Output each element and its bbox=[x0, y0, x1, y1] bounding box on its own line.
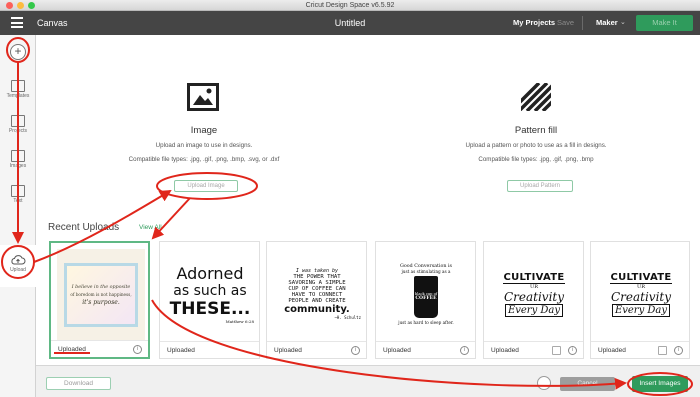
card-divider bbox=[376, 341, 475, 342]
machine-selector[interactable]: Maker bbox=[596, 11, 618, 35]
view-all-link[interactable]: View All bbox=[139, 224, 162, 231]
thumbnail-text: it's purpose. bbox=[82, 298, 120, 306]
info-icon[interactable]: i bbox=[133, 345, 142, 354]
thumbnail-text: ~H. Schultz bbox=[334, 315, 362, 320]
sidebar-item-text[interactable]: Text bbox=[0, 185, 36, 204]
image-option-description: Upload an image to use in designs. bbox=[155, 142, 253, 149]
upload-thumbnail: CULTIVATE UR Creativity Every Day bbox=[490, 248, 578, 340]
upload-pattern-button[interactable]: Upload Pattern bbox=[507, 180, 573, 192]
sidebar-item-upload[interactable]: Upload bbox=[0, 245, 36, 287]
window-title: Cricut Design Space v6.5.92 bbox=[305, 2, 395, 9]
make-it-button[interactable]: Make It bbox=[636, 15, 693, 31]
info-icon[interactable]: i bbox=[568, 346, 577, 355]
images-icon bbox=[11, 150, 25, 162]
thumbnail-text: COFFEE bbox=[415, 296, 437, 301]
sidebar-item-label: Projects bbox=[8, 128, 28, 134]
sidebar-item-label: Templates bbox=[6, 93, 30, 99]
thumbnail-text: Every Day bbox=[504, 303, 564, 317]
upload-card[interactable]: Adorned as such as THESE... Matthew 6:28… bbox=[159, 241, 260, 359]
image-option-file-types: Compatible file types: .jpg, .gif, .png,… bbox=[128, 156, 280, 163]
upload-thumbnail: Good Conversation is just as stimulating… bbox=[382, 248, 470, 340]
thumbnail-text: I believe in the opposite bbox=[71, 284, 131, 290]
info-icon[interactable]: i bbox=[674, 346, 683, 355]
recent-uploads-title: Recent Uploads bbox=[48, 222, 120, 233]
upload-image-button[interactable]: Upload Image bbox=[174, 180, 238, 192]
upload-thumbnail: CULTIVATE UR Creativity Every Day bbox=[597, 248, 685, 340]
my-projects-link[interactable]: My Projects bbox=[513, 11, 555, 35]
card-divider bbox=[51, 340, 148, 341]
window-title-bar: Cricut Design Space v6.5.92 bbox=[0, 0, 700, 11]
upload-card[interactable]: CULTIVATE UR Creativity Every Day Upload… bbox=[483, 241, 584, 359]
hamburger-icon[interactable] bbox=[11, 17, 23, 28]
new-project-button[interactable]: + bbox=[10, 44, 26, 60]
thumbnail-text: just as hard to sleep after. bbox=[398, 319, 454, 325]
card-divider bbox=[591, 341, 689, 342]
thumbnail-text: just as stimulating as a bbox=[401, 268, 451, 274]
cloud-upload-icon bbox=[11, 255, 26, 265]
thumbnail-text: as such as bbox=[173, 283, 247, 299]
upload-card[interactable]: I believe in the opposite of boredom is … bbox=[49, 241, 150, 359]
info-icon[interactable]: i bbox=[351, 346, 360, 355]
thumbnail-text: community. bbox=[284, 304, 350, 315]
card-status-label: Uploaded bbox=[274, 347, 302, 354]
insert-images-button[interactable]: Insert Images bbox=[632, 376, 688, 392]
pattern-option-title: Pattern fill bbox=[514, 125, 558, 136]
card-divider bbox=[484, 341, 583, 342]
card-status-label: Uploaded bbox=[598, 347, 626, 354]
projects-icon bbox=[11, 115, 25, 127]
save-button[interactable]: Save bbox=[557, 11, 574, 35]
card-status-label: Uploaded bbox=[491, 347, 519, 354]
card-status-label: Uploaded bbox=[58, 346, 86, 353]
upload-thumbnail: I was taken by THE POWER THAT SAVORING A… bbox=[273, 248, 361, 340]
upload-thumbnail: I believe in the opposite of boredom is … bbox=[57, 249, 145, 341]
sidebar-upload-content: Upload bbox=[0, 254, 36, 273]
trash-icon[interactable] bbox=[537, 376, 551, 390]
thumbnail-text: of boredom is not happiness, bbox=[70, 291, 132, 297]
thumbnail-text: Adorned bbox=[176, 264, 244, 283]
pattern-option-description: Upload a pattern or photo to use as a fi… bbox=[465, 142, 607, 149]
document-title: Untitled bbox=[334, 18, 366, 28]
thumbnail-text: Every Day bbox=[611, 303, 671, 317]
sidebar-item-label: Text bbox=[13, 198, 23, 204]
thumbnail-text: Creativity bbox=[610, 289, 672, 304]
sidebar-item-label: Images bbox=[9, 163, 27, 169]
card-status-label: Uploaded bbox=[167, 347, 195, 354]
cancel-button[interactable]: Cancel bbox=[560, 377, 615, 391]
upload-card[interactable]: CULTIVATE UR Creativity Every Day Upload… bbox=[590, 241, 690, 359]
thumbnail-text: Matthew 6:28 bbox=[225, 319, 254, 324]
card-divider bbox=[160, 341, 259, 342]
pattern-option-file-types: Compatible file types: .jpg, .gif, .png,… bbox=[478, 156, 594, 163]
sidebar-item-templates[interactable]: Templates bbox=[0, 80, 36, 99]
info-icon[interactable]: i bbox=[460, 346, 469, 355]
chevron-down-icon[interactable]: ⌄ bbox=[620, 18, 626, 26]
shirt-icon bbox=[11, 80, 25, 92]
sidebar-item-images[interactable]: Images bbox=[0, 150, 36, 169]
card-status-label: Uploaded bbox=[383, 347, 411, 354]
thumbnail-text: CULTIVATE bbox=[503, 271, 565, 284]
sidebar-item-label: Upload bbox=[10, 267, 26, 273]
app-section-label: Canvas bbox=[37, 18, 68, 28]
upload-card[interactable]: I was taken by THE POWER THAT SAVORING A… bbox=[266, 241, 367, 359]
image-icon bbox=[187, 83, 219, 111]
app-header: Canvas Untitled My Projects Save Maker ⌄… bbox=[0, 11, 700, 35]
image-option-title: Image bbox=[190, 125, 218, 136]
thumbnail-text: Creativity bbox=[503, 289, 565, 304]
left-panel: + Templates Projects Images Text Upload bbox=[0, 35, 36, 397]
header-divider bbox=[582, 16, 583, 30]
upload-card[interactable]: Good Conversation is just as stimulating… bbox=[375, 241, 476, 359]
select-checkbox[interactable] bbox=[552, 346, 561, 355]
select-checkbox[interactable] bbox=[658, 346, 667, 355]
bottom-action-bar: Download Cancel Insert Images bbox=[36, 365, 700, 397]
coffee-cup-icon: black cup of COFFEE bbox=[414, 275, 438, 318]
card-divider bbox=[267, 341, 366, 342]
thumbnail-text: THESE... bbox=[169, 299, 251, 319]
sidebar-item-projects[interactable]: Projects bbox=[0, 115, 36, 134]
text-icon bbox=[11, 185, 25, 197]
thumbnail-text: CULTIVATE bbox=[610, 271, 672, 284]
pattern-stripes-icon bbox=[521, 83, 551, 111]
upload-thumbnail: Adorned as such as THESE... Matthew 6:28 bbox=[166, 248, 254, 340]
download-button[interactable]: Download bbox=[46, 377, 111, 390]
